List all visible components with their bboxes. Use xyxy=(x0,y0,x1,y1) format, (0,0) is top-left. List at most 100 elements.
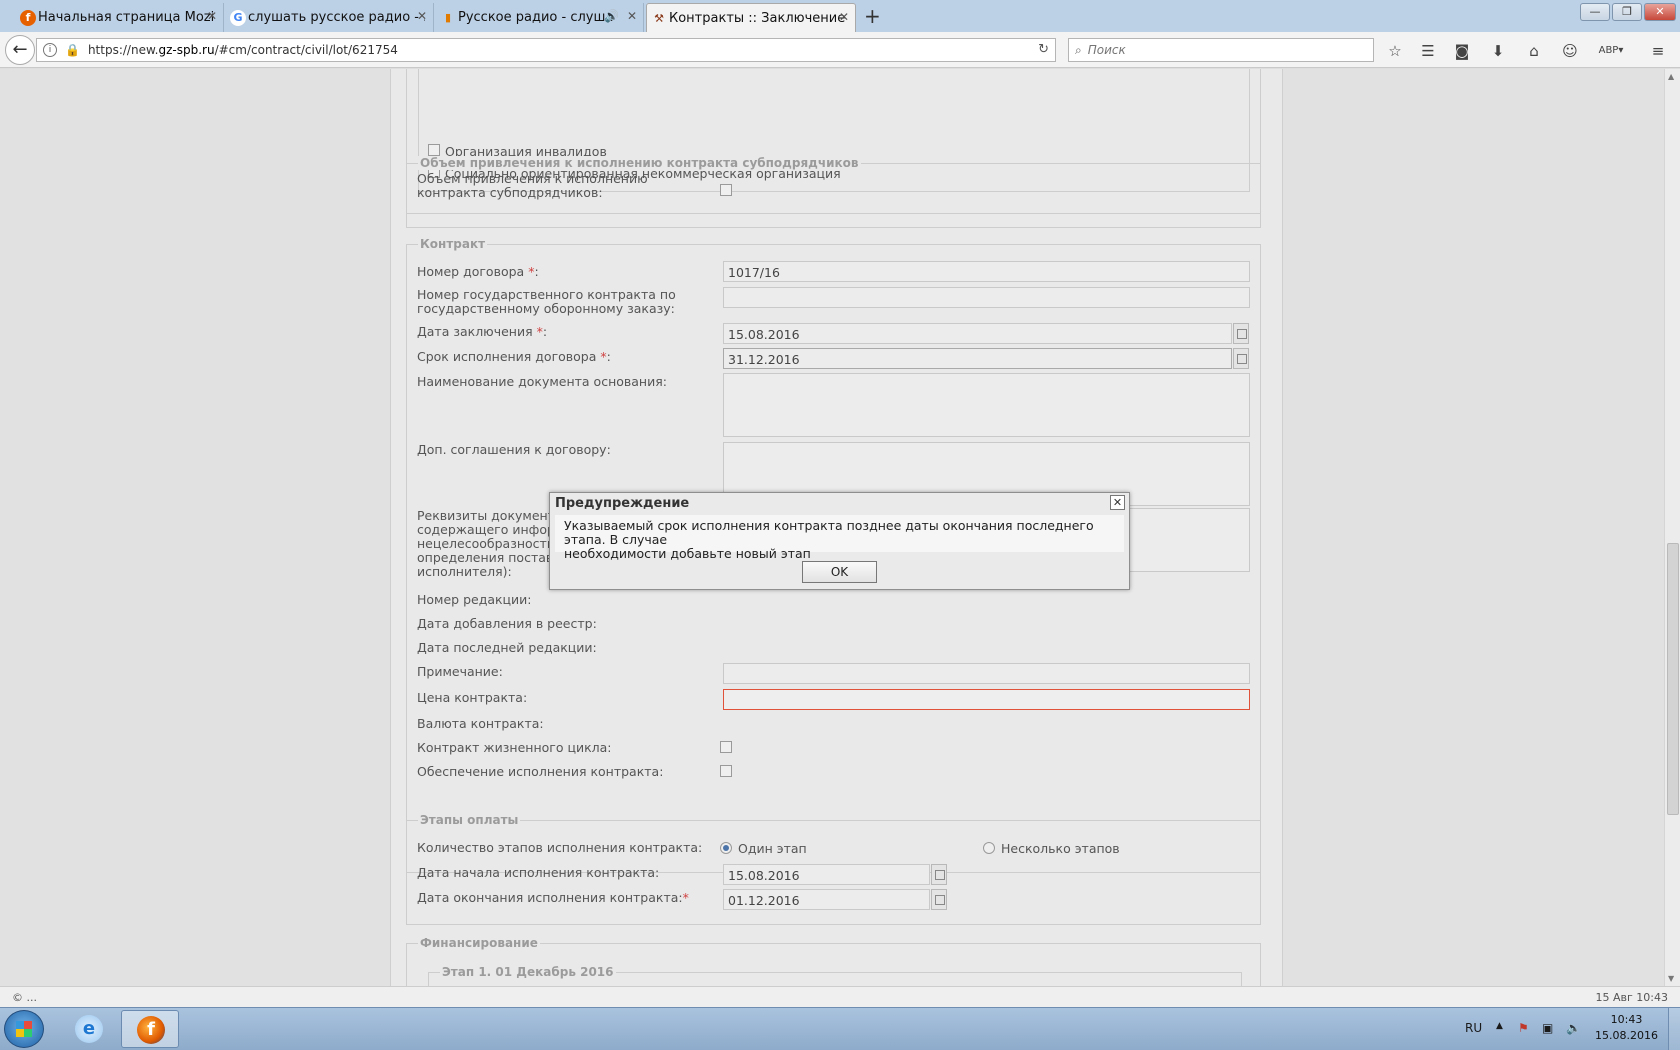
stage-1-fieldset: Этап 1. 01 Декабрь 2016 xyxy=(428,965,1242,986)
gos-contract-input[interactable] xyxy=(723,287,1250,308)
subcontract-checkbox[interactable] xyxy=(720,184,732,196)
dialog-message: Указываемый срок исполнения контракта по… xyxy=(555,515,1124,561)
calendar-icon[interactable] xyxy=(931,889,947,910)
financing-legend: Финансирование xyxy=(418,936,540,950)
tab-label: Русское радио - слуш... xyxy=(458,10,613,25)
url-bar[interactable]: i 🔒 https://new.gz-spb.ru/#cm/contract/c… xyxy=(36,38,1056,62)
menu-icon[interactable]: ≡ xyxy=(1648,41,1668,61)
info-icon[interactable]: i xyxy=(43,43,57,57)
note-input[interactable] xyxy=(723,663,1250,684)
last-edit-label: Дата последней редакции: xyxy=(417,640,597,655)
reload-icon[interactable]: ↻ xyxy=(1038,42,1049,57)
minimize-button[interactable]: — xyxy=(1580,3,1610,21)
reading-list-icon[interactable]: ☰ xyxy=(1418,41,1438,61)
show-desktop-button[interactable] xyxy=(1668,1008,1680,1050)
adblock-icon[interactable]: ABP▾ xyxy=(1598,41,1624,61)
revision-label: Номер редакции: xyxy=(417,592,532,607)
contract-number-label: Номер договора *: xyxy=(417,264,539,279)
required-marker: * xyxy=(682,890,689,905)
internet-explorer-icon: e xyxy=(75,1015,103,1043)
stage-1-legend: Этап 1. 01 Декабрь 2016 xyxy=(440,965,616,979)
lifecycle-label: Контракт жизненного цикла: xyxy=(417,740,612,755)
subcontract-legend: Объем привлечения к исполнению контракта… xyxy=(418,156,861,170)
scroll-thumb[interactable] xyxy=(1667,543,1679,815)
start-date-input[interactable]: 15.08.2016 xyxy=(723,864,930,885)
new-tab-button[interactable]: + xyxy=(864,4,881,28)
scroll-up-icon[interactable]: ▲ xyxy=(1668,72,1674,81)
close-window-button[interactable]: ✕ xyxy=(1644,3,1676,21)
scroll-down-icon[interactable]: ▼ xyxy=(1668,974,1674,983)
one-stage-radio[interactable] xyxy=(720,842,732,854)
note-label: Примечание: xyxy=(417,664,503,679)
close-icon[interactable]: ✕ xyxy=(1110,495,1125,510)
contract-number-input[interactable]: 1017/16 xyxy=(723,261,1250,282)
url-text[interactable]: https://new.gz-spb.ru/#cm/contract/civil… xyxy=(88,43,398,57)
start-date-label: Дата начала исполнения контракта: xyxy=(417,865,660,880)
pocket-icon[interactable]: ◙ xyxy=(1452,41,1472,61)
bookmark-star-icon[interactable]: ☆ xyxy=(1385,41,1405,61)
taskbar-internet-explorer[interactable]: e xyxy=(60,1010,118,1048)
download-icon[interactable]: ⬇ xyxy=(1488,41,1508,61)
tab-bar: f Начальная страница Mozi... ✕ G слушать… xyxy=(0,0,1680,32)
term-label: Срок исполнения договора *: xyxy=(417,349,611,364)
one-stage-label: Один этап xyxy=(738,841,807,856)
status-bar: © ... 15 Авг 10:43 xyxy=(0,986,1680,1007)
required-marker: * xyxy=(528,264,535,279)
registry-date-label: Дата добавления в реестр: xyxy=(417,616,597,631)
conclusion-date-input[interactable]: 15.08.2016 xyxy=(723,323,1232,344)
status-right-text: 15 Авг 10:43 xyxy=(1595,991,1668,1004)
price-input-error[interactable] xyxy=(723,689,1250,710)
google-icon: G xyxy=(230,10,246,26)
calendar-icon[interactable] xyxy=(1233,348,1249,369)
chat-icon[interactable]: ☺ xyxy=(1560,41,1580,61)
start-button[interactable] xyxy=(4,1010,44,1048)
guarantee-checkbox[interactable] xyxy=(720,765,732,777)
tab-contracts[interactable]: ⚒ Контракты :: Заключение ... ✕ xyxy=(646,3,856,32)
network-icon[interactable]: ▣ xyxy=(1542,1021,1553,1035)
contract-legend: Контракт xyxy=(418,237,488,251)
addendum-label: Доп. соглашения к договору: xyxy=(417,442,611,457)
taskbar-firefox[interactable]: f xyxy=(121,1010,179,1048)
calendar-icon[interactable] xyxy=(931,864,947,885)
doc-name-label: Наименование документа основания: xyxy=(417,374,667,389)
maximize-button[interactable]: ❐ xyxy=(1612,3,1642,21)
home-icon[interactable]: ⌂ xyxy=(1524,41,1544,61)
close-icon[interactable]: ✕ xyxy=(207,9,217,23)
ok-button[interactable]: OK xyxy=(802,561,877,583)
payment-stages-legend: Этапы оплаты xyxy=(418,813,521,827)
doc-name-textarea[interactable] xyxy=(723,373,1250,437)
language-indicator[interactable]: RU xyxy=(1465,1021,1482,1035)
lifecycle-checkbox[interactable] xyxy=(720,741,732,753)
close-icon[interactable]: ✕ xyxy=(627,9,637,23)
show-hidden-icons-icon[interactable]: ▲ xyxy=(1496,1021,1503,1031)
tab-google-search[interactable]: G слушать русское радио - ... ✕ xyxy=(226,3,434,32)
tab-start-page[interactable]: f Начальная страница Mozi... ✕ xyxy=(16,3,224,32)
clock-time: 10:43 xyxy=(1610,1013,1643,1026)
calendar-icon[interactable] xyxy=(1233,323,1249,344)
end-date-input[interactable]: 01.12.2016 xyxy=(723,889,930,910)
status-left-text: © ... xyxy=(12,991,37,1004)
search-icon: ⌕ xyxy=(1075,42,1082,57)
subcontract-label: Объем привлечения к исполнению контракта… xyxy=(417,171,648,200)
action-center-flag-icon[interactable]: ⚑ xyxy=(1518,1021,1529,1035)
close-icon[interactable]: ✕ xyxy=(839,10,849,24)
tab-label: Начальная страница Mozi... xyxy=(38,10,215,25)
search-input[interactable] xyxy=(1087,43,1348,57)
tab-label: слушать русское радио - ... xyxy=(248,10,425,25)
volume-icon[interactable]: 🔈 xyxy=(1566,1021,1581,1035)
many-stages-radio[interactable] xyxy=(983,842,995,854)
search-bar[interactable]: ⌕ xyxy=(1068,38,1374,62)
disabled-org-checkbox[interactable] xyxy=(428,144,440,156)
close-icon[interactable]: ✕ xyxy=(417,9,427,23)
tab-russian-radio[interactable]: ▮ Русское радио - слуш... 🔊 ✕ xyxy=(436,3,644,32)
many-stages-label: Несколько этапов xyxy=(1001,841,1120,856)
term-input[interactable]: 31.12.2016 xyxy=(723,348,1232,369)
conclusion-date-label: Дата заключения *: xyxy=(417,324,548,339)
lock-icon: 🔒 xyxy=(65,43,80,57)
currency-label: Валюта контракта: xyxy=(417,716,544,731)
speaker-icon[interactable]: 🔊 xyxy=(604,9,619,23)
back-button[interactable]: ← xyxy=(5,35,35,65)
page-scrollbar[interactable]: ▲ ▼ xyxy=(1664,69,1680,986)
required-marker: * xyxy=(536,324,543,339)
system-clock[interactable]: 10:43 15.08.2016 xyxy=(1595,1012,1658,1044)
